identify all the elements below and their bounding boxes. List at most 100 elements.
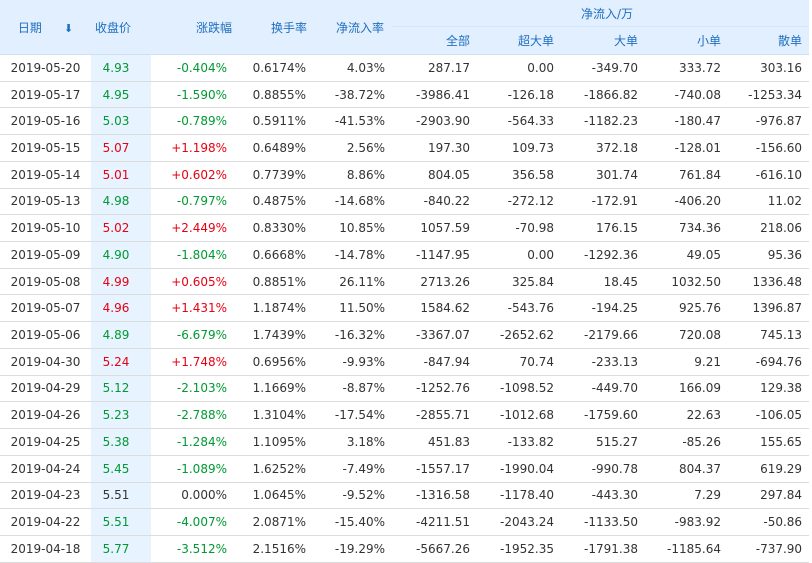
column-header-retail[interactable]: 散单 [728, 26, 810, 55]
date-cell: 2019-05-10 [0, 214, 91, 243]
net-inflow-all-cell: -2855.71 [392, 401, 477, 430]
net-inflow-super-large-cell: -1178.40 [477, 482, 561, 510]
net-inflow-retail-cell: 1396.87 [728, 294, 810, 323]
net-inflow-large-cell: -443.30 [561, 482, 645, 510]
net-inflow-rate-cell: 8.86% [313, 161, 392, 189]
net-inflow-rate-cell: 4.03% [313, 54, 392, 82]
close-price-cell: 4.90 [91, 241, 151, 269]
net-inflow-retail-cell: -616.10 [728, 161, 810, 189]
table-body: 2019-05-20 4.93 -0.404% 0.6174% 4.03% 287.17 0… [0, 54, 810, 563]
fund-flow-table: 日期 ⬇ 收盘价 涨跌幅 换手率 净流入率 净流入/万 全部 超大单 大单 小单 … [0, 0, 810, 563]
net-inflow-all-cell: -1557.17 [392, 455, 477, 483]
column-header-turnover[interactable]: 换手率 [234, 0, 313, 55]
column-header-close[interactable]: 收盘价 [91, 0, 151, 55]
arrow-down-icon[interactable]: ⬇ [64, 22, 73, 35]
net-inflow-large-cell: -172.91 [561, 188, 645, 216]
turnover-cell: 1.6252% [234, 455, 313, 483]
net-inflow-retail-cell: 95.36 [728, 241, 810, 269]
net-inflow-small-cell: -180.47 [645, 107, 728, 136]
net-inflow-super-large-cell: -1952.35 [477, 535, 561, 563]
table-row: 2019-05-17 4.95 -1.590% 0.8855% -38.72% -3986… [0, 81, 810, 109]
net-inflow-rate-cell: 3.18% [313, 428, 392, 456]
close-price-cell: 4.93 [91, 54, 151, 82]
net-inflow-small-cell: 761.84 [645, 161, 728, 189]
date-cell: 2019-05-13 [0, 188, 91, 216]
turnover-cell: 0.6956% [234, 348, 313, 376]
net-inflow-super-large-cell: -1012.68 [477, 401, 561, 430]
change-pct-cell: -1.804% [151, 241, 234, 269]
change-pct-cell: -1.284% [151, 428, 234, 456]
net-inflow-retail-cell: 155.65 [728, 428, 810, 456]
change-pct-cell: +1.431% [151, 294, 234, 323]
close-price-cell: 4.95 [91, 81, 151, 109]
turnover-cell: 1.7439% [234, 321, 313, 349]
change-pct-cell: +0.605% [151, 268, 234, 296]
net-inflow-rate-cell: -14.68% [313, 188, 392, 216]
turnover-cell: 0.8851% [234, 268, 313, 296]
net-inflow-large-cell: -1866.82 [561, 81, 645, 109]
column-header-change-pct[interactable]: 涨跌幅 [151, 0, 234, 55]
table-row: 2019-05-07 4.96 +1.431% 1.1874% 11.50% 1584.6… [0, 294, 810, 323]
date-cell: 2019-05-07 [0, 294, 91, 323]
turnover-cell: 0.6174% [234, 54, 313, 82]
net-inflow-small-cell: 734.36 [645, 214, 728, 243]
column-header-small[interactable]: 小单 [645, 26, 728, 55]
net-inflow-all-cell: 287.17 [392, 54, 477, 82]
table-row: 2019-04-29 5.12 -2.103% 1.1669% -8.87% -1252.… [0, 375, 810, 403]
change-pct-cell: +1.748% [151, 348, 234, 376]
net-inflow-rate-cell: -17.54% [313, 401, 392, 430]
net-inflow-small-cell: 333.72 [645, 54, 728, 82]
net-inflow-all-cell: -3367.07 [392, 321, 477, 349]
net-inflow-retail-cell: -737.90 [728, 535, 810, 563]
net-inflow-large-cell: -1292.36 [561, 241, 645, 269]
net-inflow-small-cell: -406.20 [645, 188, 728, 216]
net-inflow-retail-cell: -106.05 [728, 401, 810, 430]
net-inflow-all-cell: -847.94 [392, 348, 477, 376]
date-cell: 2019-04-29 [0, 375, 91, 403]
net-inflow-small-cell: 9.21 [645, 348, 728, 376]
turnover-cell: 2.0871% [234, 508, 313, 536]
close-price-cell: 5.51 [91, 508, 151, 536]
net-inflow-small-cell: 49.05 [645, 241, 728, 269]
date-cell: 2019-05-08 [0, 268, 91, 296]
close-price-cell: 5.03 [91, 107, 151, 136]
turnover-cell: 0.4875% [234, 188, 313, 216]
net-inflow-rate-cell: 26.11% [313, 268, 392, 296]
net-inflow-super-large-cell: 70.74 [477, 348, 561, 376]
net-inflow-retail-cell: 11.02 [728, 188, 810, 216]
net-inflow-super-large-cell: 356.58 [477, 161, 561, 189]
turnover-cell: 1.3104% [234, 401, 313, 430]
net-inflow-small-cell: 22.63 [645, 401, 728, 430]
net-inflow-rate-cell: -9.52% [313, 482, 392, 510]
net-inflow-all-cell: -1252.76 [392, 375, 477, 403]
net-inflow-small-cell: -85.26 [645, 428, 728, 456]
net-inflow-small-cell: 925.76 [645, 294, 728, 323]
net-inflow-all-cell: 197.30 [392, 134, 477, 162]
net-inflow-all-cell: 804.05 [392, 161, 477, 189]
column-header-date[interactable]: 日期 ⬇ [0, 0, 91, 55]
net-inflow-super-large-cell: -564.33 [477, 107, 561, 136]
column-header-large[interactable]: 大单 [561, 26, 645, 55]
net-inflow-small-cell: -1185.64 [645, 535, 728, 563]
net-inflow-large-cell: 18.45 [561, 268, 645, 296]
table-row: 2019-05-10 5.02 +2.449% 0.8330% 10.85% 1057.5… [0, 214, 810, 243]
net-inflow-all-cell: 1057.59 [392, 214, 477, 243]
turnover-cell: 0.7739% [234, 161, 313, 189]
column-header-net-inflow-rate[interactable]: 净流入率 [313, 0, 392, 55]
change-pct-cell: +0.602% [151, 161, 234, 189]
turnover-cell: 0.6489% [234, 134, 313, 162]
date-cell: 2019-05-20 [0, 54, 91, 82]
net-inflow-retail-cell: -1253.34 [728, 81, 810, 109]
column-header-all[interactable]: 全部 [392, 26, 477, 55]
net-inflow-all-cell: -5667.26 [392, 535, 477, 563]
change-pct-cell: -6.679% [151, 321, 234, 349]
column-header-super-large[interactable]: 超大单 [477, 26, 561, 55]
turnover-cell: 0.8330% [234, 214, 313, 243]
change-pct-cell: -2.788% [151, 401, 234, 430]
net-inflow-super-large-cell: 109.73 [477, 134, 561, 162]
turnover-cell: 1.1669% [234, 375, 313, 403]
close-price-cell: 5.01 [91, 161, 151, 189]
net-inflow-super-large-cell: -126.18 [477, 81, 561, 109]
date-header-label: 日期 [17, 20, 42, 35]
net-inflow-large-cell: -349.70 [561, 54, 645, 82]
